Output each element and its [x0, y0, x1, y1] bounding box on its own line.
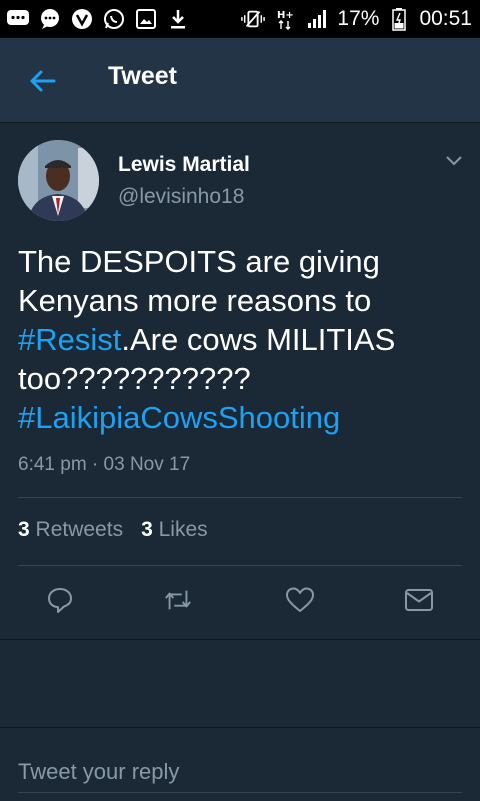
chevron-down-icon[interactable] [444, 153, 464, 169]
browser-icon [70, 7, 94, 31]
divider [18, 565, 462, 566]
retweets-stat[interactable]: 3 Retweets [18, 518, 123, 542]
author-name[interactable]: Lewis Martial [118, 153, 250, 177]
messages-icon [6, 7, 30, 31]
download-icon [166, 7, 190, 31]
like-heart-icon[interactable] [285, 585, 315, 615]
page-title: Tweet [108, 62, 177, 90]
tweet-stats: 3 Retweets 3 Likes [18, 518, 208, 542]
clock: 00:51 [419, 7, 472, 30]
signal-icon [305, 7, 329, 31]
app-bar-divider [0, 122, 480, 123]
status-bar: H+ 17% 00:51 [0, 0, 480, 38]
actions-divider [0, 639, 480, 640]
retweets-label: Retweets [35, 518, 124, 541]
avatar[interactable] [18, 140, 99, 221]
tweet-text-part: The DESPOITS are giving Kenyans more rea… [18, 244, 380, 318]
retweets-count: 3 [18, 518, 30, 541]
likes-label: Likes [158, 518, 208, 541]
notification-icons [6, 7, 190, 31]
image-icon [134, 7, 158, 31]
reply-input[interactable] [18, 752, 462, 793]
whatsapp-icon [102, 7, 126, 31]
hashtag-link[interactable]: #LaikipiaCowsShooting [18, 400, 340, 435]
tweet-timestamp: 6:41 pm · 03 Nov 17 [18, 454, 191, 475]
divider [18, 497, 462, 498]
chat-bubble-icon [38, 7, 62, 31]
hashtag-link[interactable]: #Resist [18, 322, 121, 357]
likes-count: 3 [141, 518, 153, 541]
retweet-icon[interactable] [163, 585, 193, 615]
back-arrow-icon[interactable] [28, 67, 56, 95]
author-handle[interactable]: @levisinho18 [118, 185, 244, 209]
system-icons: H+ 17% 00:51 [241, 7, 472, 31]
battery-percent: 17% [337, 7, 380, 30]
likes-stat[interactable]: 3 Likes [141, 518, 208, 542]
tweet-text: The DESPOITS are giving Kenyans more rea… [18, 242, 468, 437]
vibrate-icon [241, 7, 266, 31]
network-type-icon: H+ [273, 7, 297, 31]
svg-text:H+: H+ [277, 10, 293, 21]
battery-icon [387, 7, 411, 31]
reply-bar [0, 727, 480, 801]
message-envelope-icon[interactable] [404, 585, 434, 615]
app-bar: Tweet [0, 38, 480, 122]
tweet-actions [0, 585, 480, 621]
reply-icon[interactable] [45, 585, 75, 615]
